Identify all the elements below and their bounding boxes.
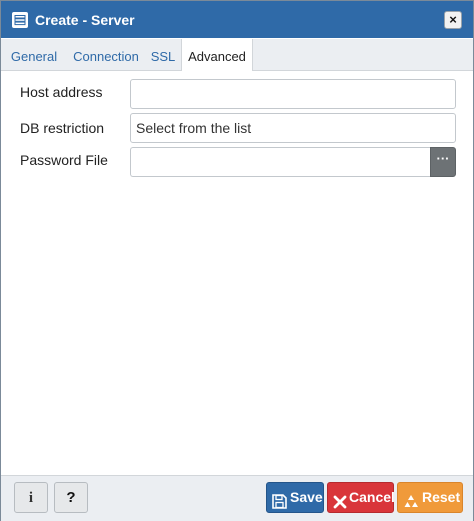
tab-bar: General Connection SSL Advanced <box>1 39 473 71</box>
cancel-button[interactable]: Cancel <box>327 482 395 513</box>
create-server-dialog: Create - Server × General Connection SSL… <box>0 0 474 521</box>
save-button[interactable]: Save <box>266 482 324 513</box>
x-icon <box>333 490 347 519</box>
password-file-input[interactable] <box>130 147 430 177</box>
tab-connection[interactable]: Connection <box>67 39 145 70</box>
tab-ssl[interactable]: SSL <box>149 39 177 70</box>
close-button[interactable]: × <box>444 11 462 29</box>
browse-file-button[interactable]: ··· <box>430 147 456 177</box>
host-address-label: Host address <box>20 84 103 100</box>
db-restriction-label: DB restriction <box>20 120 105 136</box>
dialog-footer: i ? Save Cancel Reset <box>1 475 473 521</box>
reset-label: Reset <box>422 489 461 505</box>
tab-general[interactable]: General <box>5 39 63 70</box>
info-button[interactable]: i <box>14 482 48 513</box>
help-button[interactable]: ? <box>54 482 88 513</box>
host-address-input[interactable] <box>130 79 456 109</box>
password-file-label: Password File <box>20 152 108 168</box>
floppy-disk-icon <box>272 490 287 519</box>
dialog-titlebar[interactable]: Create - Server × <box>1 1 473 38</box>
db-restriction-select[interactable]: Select from the list <box>130 113 456 143</box>
save-label: Save <box>290 489 323 505</box>
db-restriction-placeholder: Select from the list <box>136 120 252 136</box>
question-icon: ? <box>66 489 76 506</box>
tab-advanced[interactable]: Advanced <box>181 39 253 71</box>
cancel-label: Cancel <box>349 489 395 505</box>
dialog-title: Create - Server <box>35 12 135 28</box>
recycle-icon <box>403 490 419 519</box>
server-icon <box>12 12 28 28</box>
info-icon: i <box>28 490 34 506</box>
reset-button[interactable]: Reset <box>397 482 463 513</box>
